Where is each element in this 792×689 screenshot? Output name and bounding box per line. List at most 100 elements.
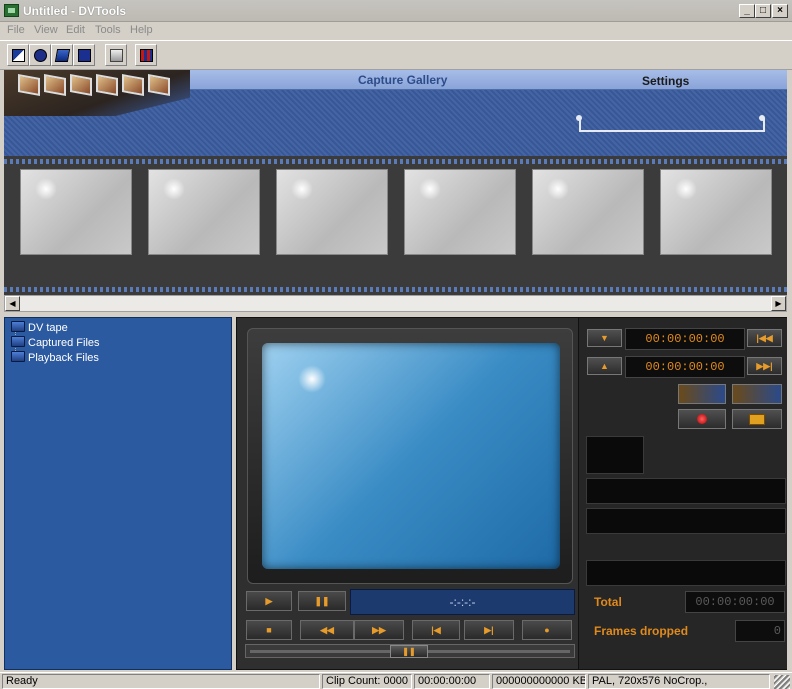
goto-start-button[interactable]: |◀◀	[747, 329, 782, 347]
record-icon	[697, 414, 707, 424]
rewind-button[interactable]: ◀◀	[300, 620, 354, 640]
maximize-button[interactable]: □	[755, 4, 771, 18]
window-title: Untitled - DVTools	[23, 4, 127, 18]
gallery-thumbnail[interactable]	[404, 169, 516, 255]
open-icon	[34, 49, 47, 62]
video-screen[interactable]	[262, 343, 560, 569]
size-grip[interactable]	[774, 675, 790, 689]
gallery-thumbnail[interactable]	[276, 169, 388, 255]
logo-frame	[122, 74, 144, 96]
toolbar	[0, 40, 792, 70]
logo-frame	[44, 74, 66, 96]
info-bar	[586, 560, 786, 586]
timecode-in: 00:00:00:00	[625, 328, 745, 350]
mark-in-button[interactable]: ▼	[587, 329, 622, 347]
status-clip-count: Clip Count: 0000	[322, 674, 412, 689]
gallery-scrollbar[interactable]: ◀ ▶	[4, 295, 787, 312]
info-bar	[586, 508, 786, 534]
save-button[interactable]	[73, 44, 95, 66]
capture-side-panel: ▼ 00:00:00:00 |◀◀ ▲ 00:00:00:00 ▶▶| Tota…	[578, 318, 787, 669]
record-capture-button[interactable]	[678, 409, 726, 429]
capture-scene-button[interactable]	[678, 384, 726, 404]
minimize-button[interactable]: _	[739, 4, 755, 18]
snapshot-button[interactable]	[732, 409, 782, 429]
tab-capture-gallery[interactable]: Capture Gallery	[358, 73, 447, 87]
bracket-dot	[759, 115, 765, 121]
import-button[interactable]	[51, 44, 73, 66]
status-bar: Ready Clip Count: 0000 00:00:00:00 00000…	[0, 672, 792, 689]
new-capture-button[interactable]	[7, 44, 29, 66]
settings-icon	[110, 49, 123, 62]
pause-button[interactable]: ❚❚	[298, 591, 346, 611]
gallery-thumbnail[interactable]	[532, 169, 644, 255]
import-icon	[54, 49, 71, 62]
capture-gallery	[4, 156, 787, 295]
close-button[interactable]: ×	[772, 4, 788, 18]
menu-file[interactable]: File	[7, 24, 25, 36]
split-icon	[140, 49, 153, 62]
status-ready: Ready	[2, 674, 320, 689]
app-icon	[4, 4, 19, 17]
settings-bracket	[579, 118, 765, 132]
play-button[interactable]: ▶	[246, 591, 292, 611]
status-duration: 00:00:00:00	[414, 674, 490, 689]
tree-item-dv-tape[interactable]: DV tape	[11, 321, 68, 334]
timecode-out: 00:00:00:00	[625, 356, 745, 378]
gallery-thumbnail[interactable]	[148, 169, 260, 255]
mark-out-button[interactable]: ▲	[587, 357, 622, 375]
next-frame-button[interactable]: ▶|	[464, 620, 514, 640]
timecode-display: -:-:-:-	[350, 589, 575, 615]
batch-capture-button[interactable]	[732, 384, 782, 404]
status-format: PAL, 720x576 NoCrop.,	[588, 674, 770, 689]
menu-edit[interactable]: Edit	[66, 24, 85, 36]
settings-button[interactable]	[105, 44, 127, 66]
scroll-left-button[interactable]: ◀	[5, 296, 20, 311]
stop-button[interactable]: ■	[246, 620, 292, 640]
tree-item-label: Playback Files	[28, 352, 99, 364]
new-capture-icon	[12, 49, 25, 62]
logo-frame	[18, 74, 40, 96]
tree-item-label: DV tape	[28, 322, 68, 334]
frames-dropped-label: Frames dropped	[594, 624, 689, 638]
preview-box	[586, 436, 644, 474]
camera-icon	[749, 414, 765, 425]
player-panel: ▶ ❚❚ -:-:-:- ■ ◀◀ ▶▶ |◀ ▶| ● ❚❚ ▼ 00:00:…	[236, 317, 787, 670]
total-timecode: 00:00:00:00	[685, 591, 785, 613]
position-slider[interactable]: ❚❚	[245, 644, 575, 658]
menu-view[interactable]: View	[34, 24, 58, 36]
slider-thumb[interactable]: ❚❚	[390, 645, 428, 658]
split-button[interactable]	[135, 44, 157, 66]
tree-item-playback-files[interactable]: Playback Files	[11, 351, 99, 364]
tree-item-captured-files[interactable]: Captured Files	[11, 336, 100, 349]
logo-frame	[148, 74, 170, 96]
filmstrip-logo	[4, 70, 190, 116]
fast-forward-button[interactable]: ▶▶	[354, 620, 404, 640]
previous-frame-button[interactable]: |◀	[412, 620, 460, 640]
folder-icon	[11, 321, 25, 332]
film-perforation	[4, 159, 787, 164]
gallery-thumbnail[interactable]	[20, 169, 132, 255]
total-label: Total	[594, 595, 622, 609]
folder-icon	[11, 336, 25, 347]
header-banner: Capture Gallery Settings	[4, 70, 787, 156]
menu-tools[interactable]: Tools	[95, 24, 121, 36]
open-button[interactable]	[29, 44, 51, 66]
gallery-thumbnail[interactable]	[660, 169, 772, 255]
frames-dropped-value: 0	[735, 620, 785, 642]
source-tree: DV tape Captured Files Playback Files	[4, 317, 232, 670]
record-button[interactable]: ●	[522, 620, 572, 640]
menu-bar: File View Edit Tools Help	[0, 22, 792, 40]
video-monitor	[247, 328, 573, 584]
logo-frame	[70, 74, 92, 96]
tab-settings[interactable]: Settings	[642, 74, 689, 88]
goto-end-button[interactable]: ▶▶|	[747, 357, 782, 375]
bracket-dot	[576, 115, 582, 121]
header-tab-bar: Capture Gallery Settings	[188, 70, 787, 90]
logo-frame	[96, 74, 118, 96]
save-icon	[78, 49, 91, 62]
scroll-right-button[interactable]: ▶	[771, 296, 786, 311]
folder-icon	[11, 351, 25, 362]
status-size: 000000000000 KB	[492, 674, 586, 689]
film-perforation	[4, 287, 787, 292]
menu-help[interactable]: Help	[130, 24, 153, 36]
